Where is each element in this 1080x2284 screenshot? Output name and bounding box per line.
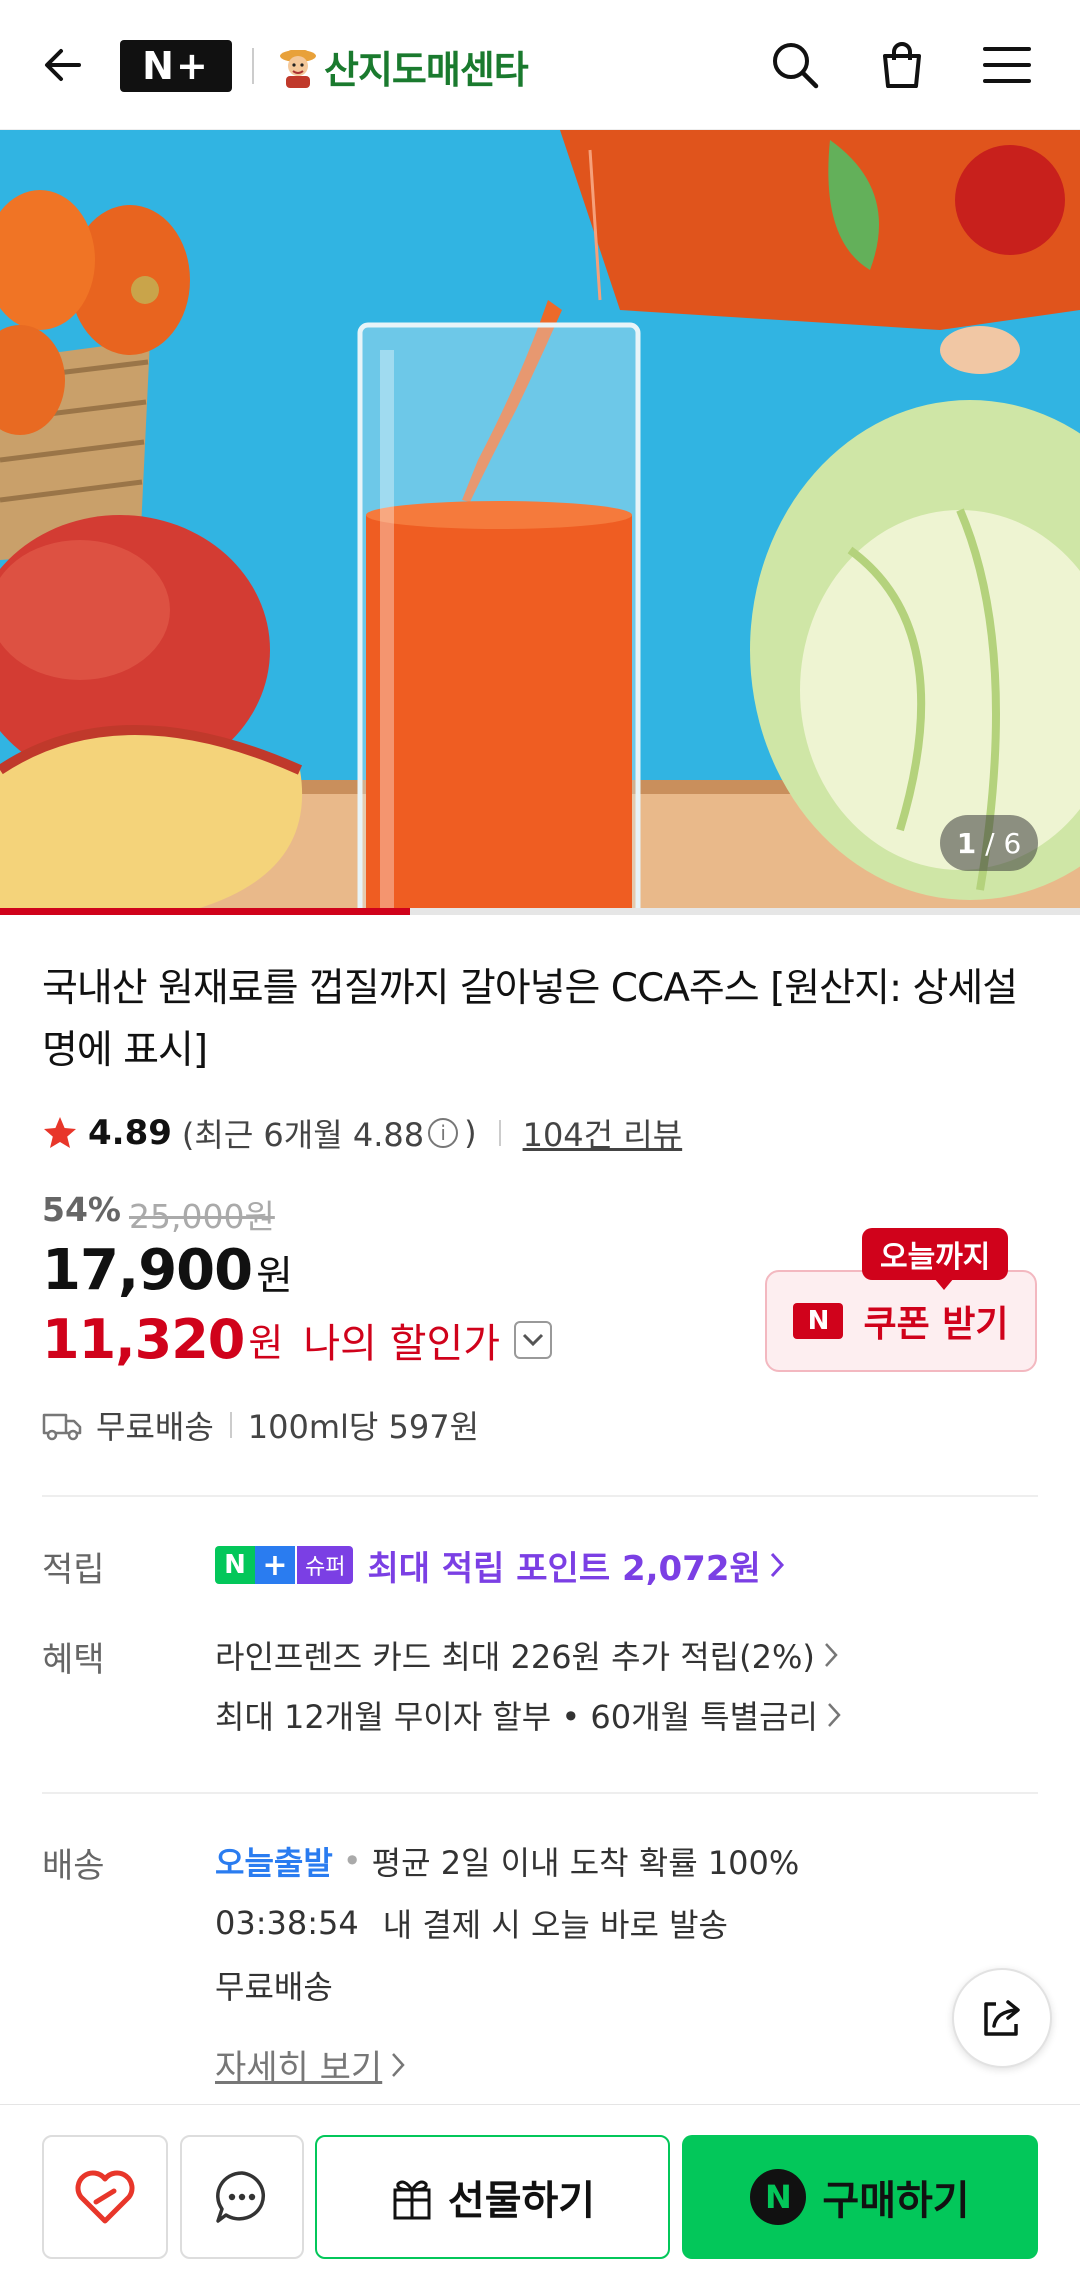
hamburger-menu-icon — [983, 47, 1031, 83]
unit-price-text: 100ml당 597원 — [247, 1408, 480, 1446]
chat-bubble-icon — [216, 2171, 266, 2223]
plus-badge: + — [255, 1546, 295, 1584]
search-button[interactable] — [765, 35, 825, 95]
shipping-separator — [229, 1412, 232, 1438]
benefit-card-text: 라인프렌즈 카드 최대 226원 추가 적립(2%) — [215, 1638, 815, 1676]
naver-plus-logo[interactable]: N+ — [120, 40, 232, 92]
bottom-action-bar: 선물하기 N 구매하기 — [0, 2104, 1080, 2284]
points-row[interactable]: N + 슈퍼 최대 적립 포인트 2,072원 — [215, 1540, 785, 1590]
benefit-installment-text: 최대 12개월 무이자 할부 • 60개월 특별금리 — [215, 1698, 818, 1736]
product-title: 국내산 원재료를 껍질까지 갈아넣은 CCA주스 [원산지: 상세설명에 표시] — [42, 966, 1018, 1073]
store-name: 산지도매센타 — [324, 47, 529, 92]
shopping-bag-icon — [883, 42, 921, 88]
recent-rating-close: ) — [464, 1114, 477, 1152]
today-ship-text: 오늘출발 — [215, 1844, 333, 1882]
carousel-progress-fill — [0, 908, 411, 915]
gift-button[interactable]: 선물하기 — [315, 2135, 670, 2259]
recent-rating: (최근 6개월 4.88 — [181, 1116, 425, 1154]
cart-button[interactable] — [872, 35, 932, 95]
chevron-right-icon — [828, 1703, 841, 1727]
chevron-right-icon — [824, 1643, 838, 1667]
benefit-installment-item[interactable]: 최대 12개월 무이자 할부 • 60개월 특별금리 — [215, 1692, 842, 1738]
my-price-label: 나의 할인가 — [303, 1320, 501, 1367]
my-discount-price: 11,320 — [42, 1308, 245, 1371]
truck-icon — [42, 1413, 82, 1441]
expand-price-button[interactable] — [514, 1320, 553, 1359]
benefit-card-item[interactable]: 라인프렌즈 카드 최대 226원 추가 적립(2%) — [215, 1632, 839, 1678]
top-header: N+ 산지도매센타 — [0, 0, 1080, 130]
naver-badge: N — [215, 1546, 255, 1584]
chevron-right-icon — [392, 2052, 405, 2077]
arrival-text: 평균 2일 이내 도착 확률 100% — [371, 1844, 800, 1882]
original-price: 25,000원 — [129, 1197, 275, 1236]
menu-button[interactable] — [977, 35, 1037, 95]
my-price-row[interactable]: 11,320 원 나의 할인가 — [42, 1308, 553, 1371]
coupon-label: 쿠폰 받기 — [863, 1304, 1009, 1345]
image-counter-total: / 6 — [985, 826, 1022, 860]
section-divider — [42, 1792, 1038, 1794]
search-icon — [773, 43, 819, 89]
share-icon — [984, 2000, 1020, 2036]
chevron-down-icon — [523, 1333, 544, 1346]
timer-text: 내 결제 시 오늘 바로 발송 — [382, 1906, 728, 1944]
my-price-unit: 원 — [248, 1321, 284, 1365]
free-shipping-text: 무료배송 — [96, 1408, 214, 1446]
today-ship-row: 오늘출발 • 평균 2일 이내 도착 확률 100% — [215, 1838, 799, 1884]
benefits-label: 혜택 — [42, 1640, 105, 1680]
max-points-text: 최대 적립 포인트 2,072원 — [367, 1548, 761, 1589]
detail-link-text: 자세히 보기 — [215, 2048, 383, 2088]
countdown-timer: 03:38:54 — [215, 1904, 359, 1942]
talk-talk-button[interactable] — [180, 2135, 304, 2259]
points-label: 적립 — [42, 1550, 105, 1590]
back-button[interactable] — [33, 35, 93, 95]
info-icon[interactable]: i — [428, 1118, 459, 1148]
discount-row: 54% 25,000원 — [42, 1190, 275, 1238]
rating-score: 4.89 — [88, 1113, 172, 1153]
header-divider — [252, 48, 254, 84]
sale-price-row: 17,900 원 — [42, 1238, 293, 1303]
delivery-detail-link[interactable]: 자세히 보기 — [215, 2040, 406, 2089]
juice-pour-image — [0, 130, 1080, 915]
reviews-link[interactable]: 104건 리뷰 — [523, 1110, 683, 1156]
image-counter-current: 1 — [956, 826, 977, 860]
carousel-progress-bar — [0, 908, 1080, 915]
rating-separator — [498, 1120, 501, 1146]
dot-separator: • — [342, 1842, 362, 1880]
coupon-today-badge: 오늘까지 — [862, 1228, 1009, 1290]
farmer-mascot-icon — [280, 50, 316, 88]
arrow-left-icon — [45, 49, 81, 81]
heart-icon — [75, 2170, 135, 2224]
section-divider — [42, 1495, 1038, 1497]
free-delivery-text: 무료배송 — [215, 1968, 333, 2006]
star-icon — [44, 1117, 76, 1148]
discount-rate: 54% — [42, 1190, 121, 1229]
super-badge: 슈퍼 — [297, 1546, 354, 1584]
naver-coupon-icon: N — [793, 1303, 844, 1339]
free-delivery-row: 무료배송 — [215, 1962, 333, 2008]
naver-pay-icon: N — [750, 2169, 807, 2225]
timer-row: 03:38:54 내 결제 시 오늘 바로 발송 — [215, 1900, 728, 1946]
gift-label: 선물하기 — [447, 2178, 596, 2224]
sale-price: 17,900 — [42, 1238, 253, 1303]
sale-price-unit: 원 — [256, 1253, 293, 1299]
shipping-summary: 무료배송 100ml당 597원 — [42, 1400, 479, 1450]
buy-label: 구매하기 — [822, 2178, 970, 2224]
delivery-label: 배송 — [42, 1846, 105, 1886]
store-brand[interactable]: 산지도매센타 — [278, 38, 529, 94]
share-button[interactable] — [952, 1968, 1052, 2068]
image-counter: 1 / 6 — [940, 815, 1038, 871]
product-image-carousel[interactable] — [0, 130, 1080, 915]
wishlist-button[interactable] — [42, 2135, 168, 2259]
coupon-button[interactable]: N 쿠폰 받기 — [765, 1270, 1037, 1372]
buy-button[interactable]: N 구매하기 — [682, 2135, 1038, 2259]
rating-row: 4.89 (최근 6개월 4.88 i ) 104건 리뷰 — [42, 1110, 682, 1156]
chevron-right-icon — [770, 1552, 784, 1578]
gift-icon — [393, 2180, 431, 2220]
